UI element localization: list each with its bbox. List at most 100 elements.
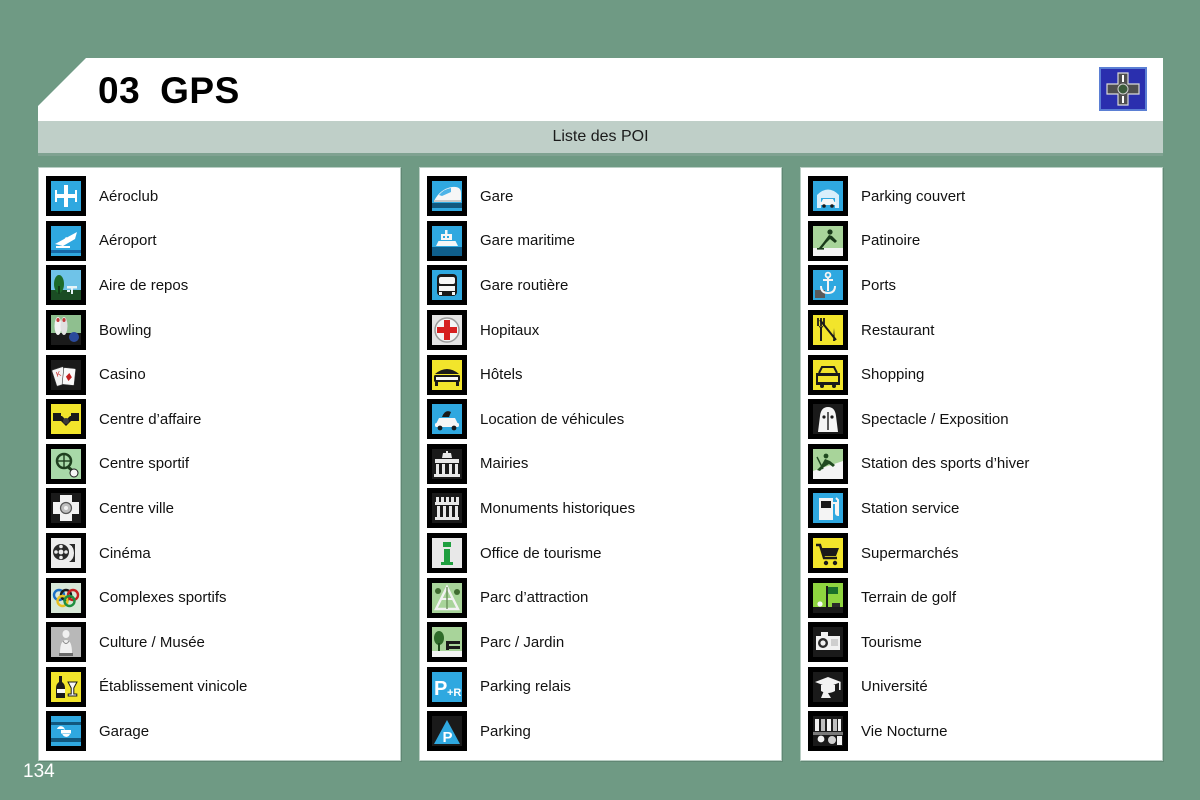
list-item-label: Parc d’attraction bbox=[480, 589, 589, 607]
handshake-icon bbox=[46, 399, 86, 440]
list-item-label: Hôtels bbox=[480, 366, 523, 384]
list-item-label: Gare routière bbox=[480, 276, 569, 294]
list-item[interactable]: Restaurant bbox=[801, 308, 1162, 353]
shopping-cart-icon bbox=[808, 533, 848, 574]
list-item-label: Casino bbox=[99, 366, 146, 384]
bus-icon bbox=[427, 265, 467, 306]
list-item-label: Aéroclub bbox=[99, 187, 159, 205]
list-item[interactable]: Garage bbox=[39, 709, 400, 754]
list-item[interactable]: Culture / Musée bbox=[39, 620, 400, 665]
list-item-label: Garage bbox=[99, 722, 150, 740]
olympic-rings-icon bbox=[46, 577, 86, 618]
list-item[interactable]: Parking couvert bbox=[801, 174, 1162, 219]
anchor-icon bbox=[808, 265, 848, 306]
parking-icon: P bbox=[427, 711, 467, 752]
statue-icon bbox=[46, 622, 86, 663]
car-rental-icon bbox=[427, 399, 467, 440]
list-item-label: Restaurant bbox=[861, 321, 935, 339]
list-item[interactable]: Établissement vinicole bbox=[39, 665, 400, 710]
small-plane-icon bbox=[46, 176, 86, 217]
town-hall-icon bbox=[427, 443, 467, 484]
list-item[interactable]: Centre ville bbox=[39, 486, 400, 531]
list-item-label: Gare maritime bbox=[480, 232, 576, 250]
list-item-label: Culture / Musée bbox=[99, 633, 205, 651]
film-reel-icon bbox=[46, 533, 86, 574]
list-item-label: Complexes sportifs bbox=[99, 589, 227, 607]
list-item-label: Spectacle / Exposition bbox=[861, 410, 1009, 428]
list-item[interactable]: Gare routière bbox=[420, 263, 781, 308]
list-item-label: Tourisme bbox=[861, 633, 922, 651]
list-item[interactable]: Centre sportif bbox=[39, 442, 400, 487]
page-title: 03 GPS bbox=[98, 70, 240, 112]
chapter-title: GPS bbox=[160, 70, 240, 111]
amusement-park-icon bbox=[427, 577, 467, 618]
list-item[interactable]: P +R Parking relais bbox=[420, 665, 781, 710]
airplane-icon bbox=[46, 220, 86, 261]
crossroads-icon bbox=[1099, 67, 1147, 111]
list-item[interactable]: P Parking bbox=[420, 709, 781, 754]
shopping-icon bbox=[808, 354, 848, 395]
list-item[interactable]: Complexes sportifs bbox=[39, 575, 400, 620]
list-item-label: Centre sportif bbox=[99, 455, 190, 473]
svg-text:P: P bbox=[434, 678, 447, 700]
svg-text:+R: +R bbox=[447, 687, 461, 699]
park-and-ride-icon: P +R bbox=[427, 666, 467, 707]
list-item[interactable]: Hôtels bbox=[420, 352, 781, 397]
list-item[interactable]: Aire de repos bbox=[39, 263, 400, 308]
list-item-label: Centre ville bbox=[99, 499, 175, 517]
list-item[interactable]: Gare maritime bbox=[420, 219, 781, 264]
ferry-icon bbox=[427, 220, 467, 261]
list-item[interactable]: Aéroclub bbox=[39, 174, 400, 219]
ice-skating-icon bbox=[808, 220, 848, 261]
subtitle-label: Liste des POI bbox=[552, 128, 649, 145]
list-item-label: Parking couvert bbox=[861, 187, 966, 205]
list-item[interactable]: Centre d’affaire bbox=[39, 397, 400, 442]
list-item[interactable]: Vie Nocturne bbox=[801, 709, 1162, 754]
list-item[interactable]: Bowling bbox=[39, 308, 400, 353]
rest-area-icon bbox=[46, 265, 86, 306]
playing-cards-icon: K bbox=[46, 354, 86, 395]
nightlife-icon bbox=[808, 711, 848, 752]
list-item[interactable]: Station des sports d’hiver bbox=[801, 442, 1162, 487]
list-item[interactable]: Hopitaux bbox=[420, 308, 781, 353]
list-item[interactable]: Station service bbox=[801, 486, 1162, 531]
list-item[interactable]: Gare bbox=[420, 174, 781, 219]
poi-columns: Aéroclub Aéroport Aire de repos Bowling … bbox=[38, 167, 1163, 761]
list-item[interactable]: Supermarchés bbox=[801, 531, 1162, 576]
list-item[interactable]: K Casino bbox=[39, 352, 400, 397]
list-item[interactable]: Mairies bbox=[420, 442, 781, 487]
list-item[interactable]: Patinoire bbox=[801, 219, 1162, 264]
list-item[interactable]: Parc / Jardin bbox=[420, 620, 781, 665]
list-item-label: Parking relais bbox=[480, 678, 571, 696]
list-item[interactable]: Office de tourisme bbox=[420, 531, 781, 576]
information-icon bbox=[427, 533, 467, 574]
list-item[interactable]: Parc d’attraction bbox=[420, 575, 781, 620]
list-item[interactable]: Cinéma bbox=[39, 531, 400, 576]
list-item-label: Terrain de golf bbox=[861, 589, 957, 607]
bed-icon bbox=[427, 354, 467, 395]
chapter-number: 03 bbox=[98, 70, 141, 111]
list-item[interactable]: Shopping bbox=[801, 352, 1162, 397]
sports-center-icon bbox=[46, 443, 86, 484]
wine-bottle-icon bbox=[46, 666, 86, 707]
list-item[interactable]: Ports bbox=[801, 263, 1162, 308]
list-item-label: Mairies bbox=[480, 455, 529, 473]
list-item-label: Patinoire bbox=[861, 232, 921, 250]
list-item-label: Bowling bbox=[99, 321, 152, 339]
list-item[interactable]: Université bbox=[801, 665, 1162, 710]
list-item-label: Supermarchés bbox=[861, 544, 959, 562]
golf-flag-icon bbox=[808, 577, 848, 618]
cutlery-icon bbox=[808, 310, 848, 351]
wrench-icon bbox=[46, 711, 86, 752]
list-item[interactable]: Aéroport bbox=[39, 219, 400, 264]
theatre-icon bbox=[808, 399, 848, 440]
list-item[interactable]: Tourisme bbox=[801, 620, 1162, 665]
list-item[interactable]: Monuments historiques bbox=[420, 486, 781, 531]
list-item[interactable]: Location de véhicules bbox=[420, 397, 781, 442]
list-item-label: Ports bbox=[861, 276, 897, 294]
fuel-pump-icon bbox=[808, 488, 848, 529]
list-item[interactable]: Terrain de golf bbox=[801, 575, 1162, 620]
city-center-icon bbox=[46, 488, 86, 529]
list-item[interactable]: Spectacle / Exposition bbox=[801, 397, 1162, 442]
list-item-label: Office de tourisme bbox=[480, 544, 602, 562]
